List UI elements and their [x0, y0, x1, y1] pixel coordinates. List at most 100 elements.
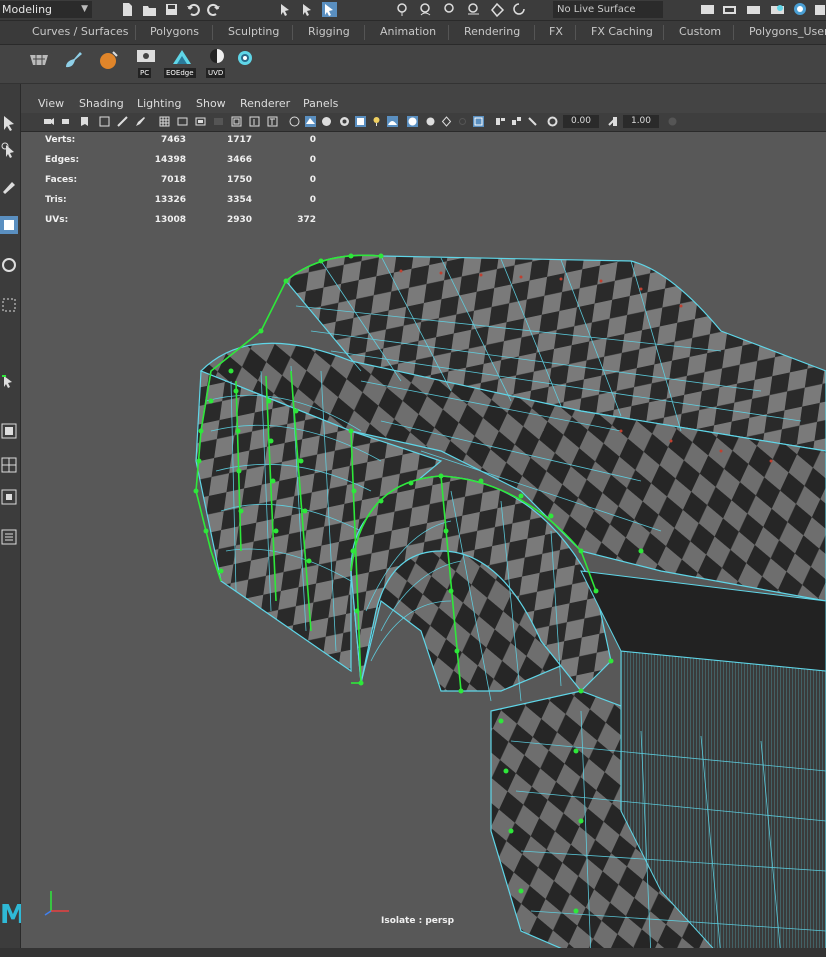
color-management-icon[interactable]: [667, 116, 678, 127]
select-tool-icon[interactable]: [0, 114, 18, 132]
exposure-field[interactable]: 0.00: [563, 115, 599, 128]
xray-joints-icon[interactable]: [457, 116, 468, 127]
render-view-icon[interactable]: [722, 2, 737, 17]
mode-selector[interactable]: Modeling ▼: [0, 1, 92, 18]
select-camera-icon[interactable]: [43, 116, 54, 127]
four-view-layout-icon[interactable]: [0, 456, 18, 474]
live-surface-field[interactable]: No Live Surface: [553, 1, 663, 18]
new-scene-icon[interactable]: [120, 2, 135, 17]
menu-show[interactable]: Show: [196, 97, 226, 110]
viewport-icon-bar: 0.00 1.00: [21, 113, 826, 132]
multisample-aa-icon[interactable]: [527, 116, 538, 127]
gamma-field[interactable]: 1.00: [623, 115, 659, 128]
xray-icon[interactable]: [425, 116, 436, 127]
menu-panels[interactable]: Panels: [303, 97, 338, 110]
2d-pan-zoom-icon[interactable]: [117, 116, 128, 127]
shelf-tab-rendering[interactable]: Rendering: [464, 25, 520, 38]
render-current-frame-icon[interactable]: [746, 2, 761, 17]
grid-icon[interactable]: [159, 116, 170, 127]
image-plane-icon[interactable]: [99, 116, 110, 127]
uv-layout-icon[interactable]: [28, 49, 50, 71]
menu-view[interactable]: View: [38, 97, 64, 110]
scale-tool-icon[interactable]: [0, 296, 18, 314]
open-scene-icon[interactable]: [142, 2, 157, 17]
axis-gizmo: [44, 891, 69, 916]
shelf-tab-rigging[interactable]: Rigging: [308, 25, 350, 38]
persp-outliner-layout-icon[interactable]: [0, 488, 18, 506]
undo-icon[interactable]: [186, 2, 201, 17]
shelf-tab-polygons-user[interactable]: Polygons_User: [749, 25, 826, 38]
shelf-tab-curves-surfaces[interactable]: Curves / Surfaces: [32, 25, 129, 38]
perspective-viewport[interactable]: View Shading Lighting Show Renderer Pane…: [21, 94, 826, 957]
last-tool-icon[interactable]: [0, 374, 18, 392]
hypershade-icon[interactable]: [793, 2, 808, 17]
sphere-tool-icon[interactable]: [98, 49, 120, 71]
safe-title-icon[interactable]: [267, 116, 278, 127]
menu-lighting[interactable]: Lighting: [137, 97, 181, 110]
ipr-render-icon[interactable]: [770, 2, 785, 17]
select-by-object-icon[interactable]: [300, 2, 315, 17]
pc-shelf-button[interactable]: PC: [134, 47, 158, 81]
grease-pencil-icon[interactable]: [135, 116, 146, 127]
gate-mask-icon[interactable]: [213, 116, 224, 127]
snap-to-projected-center-icon[interactable]: [512, 2, 527, 17]
shelf-divider: [135, 25, 136, 40]
field-chart-icon[interactable]: [231, 116, 242, 127]
gamma-icon[interactable]: [607, 116, 618, 127]
shelf-icon-row: PC EOEdge UVD: [0, 45, 826, 84]
select-by-hierarchy-icon[interactable]: [278, 2, 293, 17]
wireframe-icon[interactable]: [289, 116, 300, 127]
shelf-tab-sculpting[interactable]: Sculpting: [228, 25, 279, 38]
screen-space-ao-icon[interactable]: [387, 116, 398, 127]
exposure-icon[interactable]: [547, 116, 558, 127]
shadows-icon[interactable]: [371, 116, 382, 127]
snap-to-grid-icon[interactable]: [395, 2, 410, 17]
paint-select-icon[interactable]: [0, 176, 18, 194]
paint-brush-icon[interactable]: [62, 49, 84, 71]
shelf-tab-animation[interactable]: Animation: [380, 25, 436, 38]
render-settings-extra-icon[interactable]: [814, 2, 826, 17]
shelf-tab-fx[interactable]: FX: [549, 25, 563, 38]
shelf-tab-fx-caching[interactable]: FX Caching: [591, 25, 653, 38]
save-scene-icon[interactable]: [164, 2, 179, 17]
safe-action-icon[interactable]: [249, 116, 260, 127]
render-settings-icon[interactable]: [700, 2, 715, 17]
move-tool-icon[interactable]: [0, 216, 18, 234]
shelf-tab-polygons[interactable]: Polygons: [150, 25, 199, 38]
snap-to-curve-icon[interactable]: [418, 2, 433, 17]
menu-renderer[interactable]: Renderer: [240, 97, 290, 110]
shelf-tab-custom[interactable]: Custom: [679, 25, 721, 38]
rotate-tool-icon[interactable]: [0, 256, 18, 274]
shelf-divider: [448, 25, 449, 40]
uvd-shelf-button[interactable]: UVD: [204, 47, 230, 81]
resolution-gate-icon[interactable]: [195, 116, 206, 127]
menu-shading[interactable]: Shading: [79, 97, 124, 110]
use-all-lights-icon[interactable]: [355, 116, 366, 127]
wireframe-on-shaded-icon[interactable]: [321, 116, 332, 127]
smooth-shade-all-icon[interactable]: [305, 116, 316, 127]
snap-to-point-icon[interactable]: [442, 2, 457, 17]
film-gate-icon[interactable]: [177, 116, 188, 127]
xray-active-components-icon[interactable]: [441, 116, 452, 127]
select-by-component-icon[interactable]: [322, 2, 337, 17]
make-live-icon[interactable]: [490, 2, 505, 17]
redo-icon[interactable]: [206, 2, 221, 17]
bookmarks-icon[interactable]: [79, 116, 90, 127]
maya-logo: M: [0, 900, 26, 930]
chevron-down-icon: ▼: [81, 4, 88, 14]
camera-attributes-icon[interactable]: [61, 116, 72, 127]
outliner-icon[interactable]: [0, 528, 18, 546]
isolate-view-icon[interactable]: [473, 116, 484, 127]
car-mesh-model[interactable]: [21, 131, 826, 957]
motion-blur-icon[interactable]: [511, 116, 522, 127]
lasso-tool-icon[interactable]: [0, 142, 18, 160]
eoedge-shelf-button[interactable]: EOEdge: [164, 47, 200, 81]
shelf-tab-bar: Curves / Surfaces Polygons Sculpting Rig…: [0, 21, 826, 45]
tool-box: [0, 84, 21, 957]
snap-to-view-plane-icon[interactable]: [466, 2, 481, 17]
target-tool-icon[interactable]: [234, 47, 256, 69]
hud-icon[interactable]: [495, 116, 506, 127]
single-perspective-layout-icon[interactable]: [0, 422, 18, 440]
isolate-select-icon[interactable]: [407, 116, 418, 127]
textured-icon[interactable]: [339, 116, 350, 127]
